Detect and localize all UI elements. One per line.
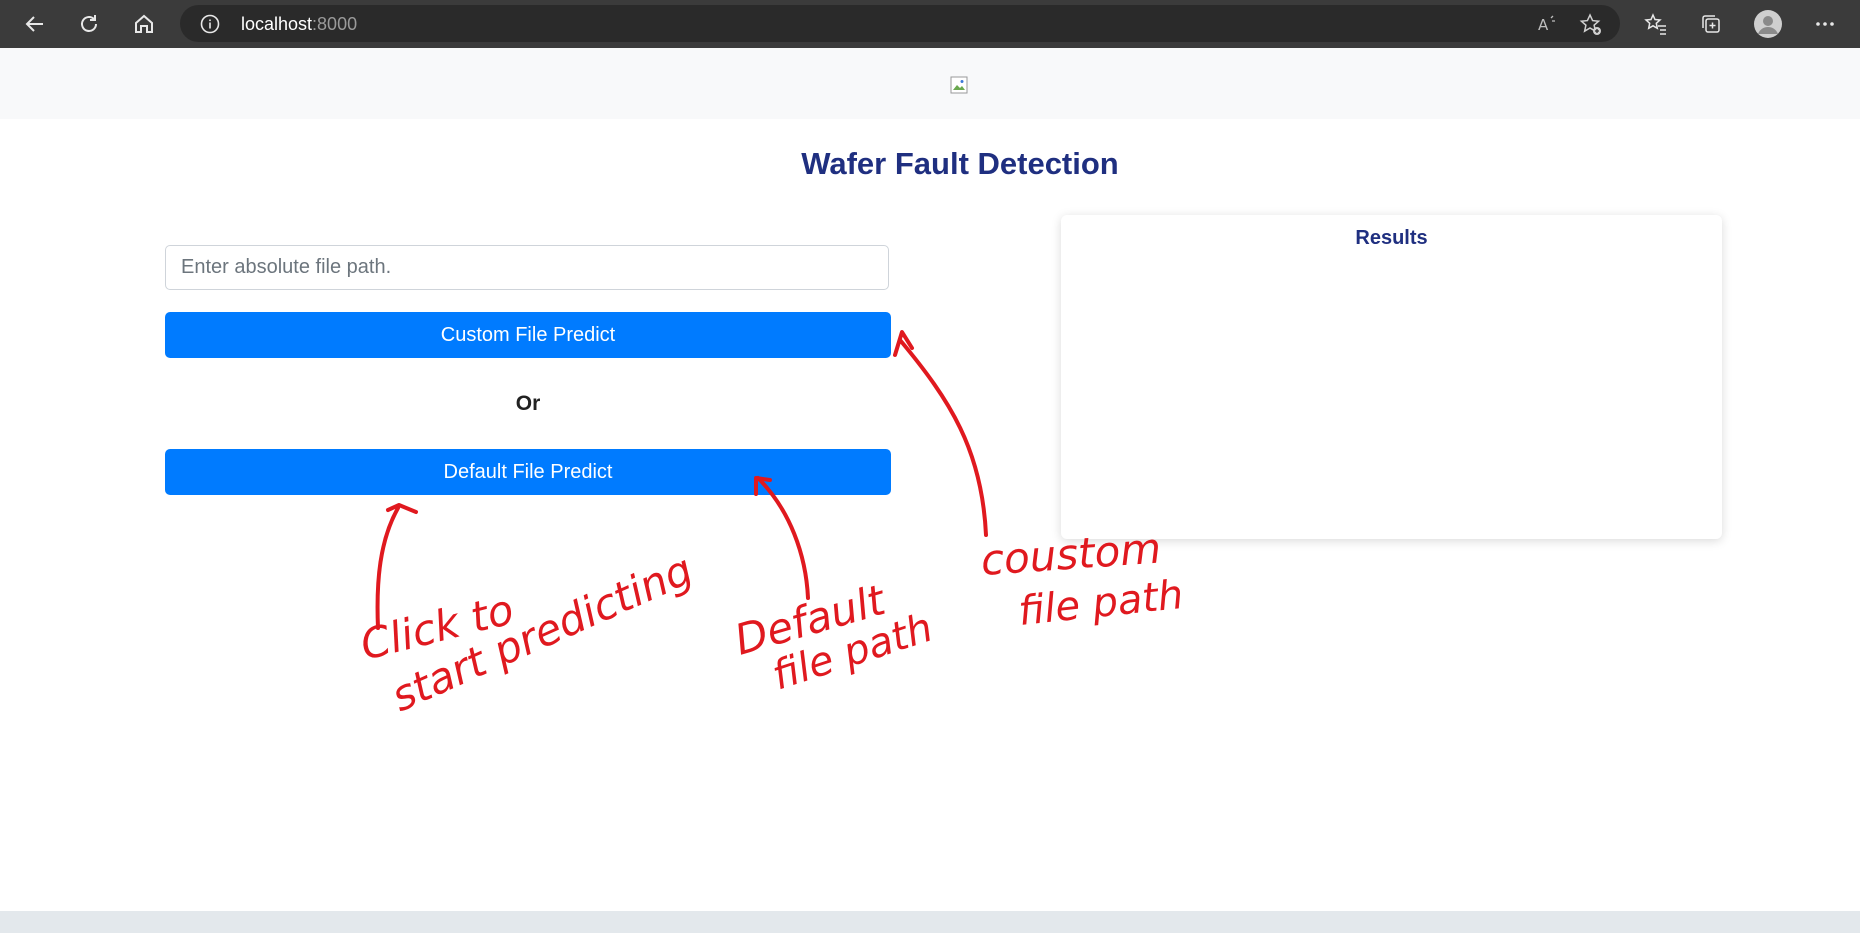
- annotation-click-line1: Click to: [356, 585, 519, 670]
- annotation-default-line1: Default: [729, 575, 891, 665]
- profile-icon[interactable]: [1753, 9, 1783, 39]
- results-card: Results: [1061, 215, 1722, 539]
- default-file-predict-button[interactable]: Default File Predict: [165, 449, 891, 495]
- results-title: Results: [1355, 227, 1428, 249]
- refresh-icon[interactable]: [71, 6, 107, 42]
- add-favorite-icon[interactable]: [1579, 13, 1601, 35]
- favorites-icon[interactable]: [1641, 9, 1671, 39]
- more-icon[interactable]: [1810, 9, 1840, 39]
- annotation-custom-line2: file path: [1016, 572, 1185, 635]
- back-icon[interactable]: [17, 6, 53, 42]
- home-icon[interactable]: [126, 6, 162, 42]
- footer-bar: [0, 911, 1860, 933]
- svg-text:A: A: [1538, 16, 1549, 34]
- annotation-arrow-click: [375, 506, 400, 630]
- annotation-arrow-custom: [898, 338, 988, 537]
- info-icon[interactable]: [200, 14, 220, 39]
- annotation-arrow-default: [756, 476, 810, 600]
- file-path-input[interactable]: [165, 245, 889, 290]
- collections-icon[interactable]: [1696, 9, 1726, 39]
- custom-file-predict-button[interactable]: Custom File Predict: [165, 312, 891, 358]
- or-separator: Or: [515, 392, 541, 415]
- page-title: Wafer Fault Detection: [801, 146, 1119, 181]
- url-text: localhost:8000: [241, 14, 358, 34]
- annotation-default-line2: file path: [767, 605, 938, 700]
- broken-image-icon: [950, 76, 968, 94]
- annotation-click-line2: start predicting: [384, 545, 700, 721]
- read-aloud-icon[interactable]: A: [1536, 13, 1558, 35]
- page-header: [0, 48, 1860, 119]
- address-bar[interactable]: localhost:8000 A: [180, 5, 1620, 42]
- browser-toolbar: localhost:8000 A: [0, 0, 1860, 48]
